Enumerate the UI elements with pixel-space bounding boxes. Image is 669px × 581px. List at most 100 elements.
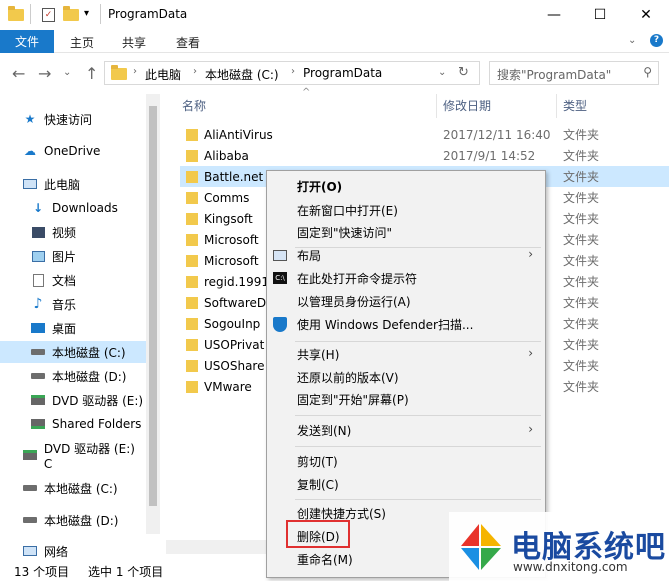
search-placeholder: 搜索"ProgramData" — [497, 68, 612, 82]
computer-icon — [22, 177, 38, 191]
nav-quick-access[interactable]: ★ 快速访问 — [0, 108, 146, 130]
folder-icon — [186, 275, 198, 288]
menu-item-pin-quick-access[interactable]: 固定到"快速访问" — [267, 221, 545, 243]
dvd-icon — [22, 448, 38, 462]
nav-music[interactable]: ♪ 音乐 — [0, 293, 146, 315]
close-button[interactable]: ✕ — [623, 0, 669, 30]
menu-item-open-new-window[interactable]: 在新窗口中打开(E) — [267, 199, 545, 221]
nav-downloads[interactable]: ↓ Downloads — [0, 197, 146, 219]
nav-drive-d-root[interactable]: 本地磁盘 (D:) — [0, 509, 146, 531]
column-header-type[interactable]: 类型 — [563, 97, 587, 114]
document-icon — [30, 273, 46, 287]
brand-logo-icon — [461, 524, 501, 570]
nav-pane-scrollbar[interactable] — [146, 94, 160, 534]
menu-item-copy[interactable]: 复制(C) — [267, 473, 545, 495]
maximize-button[interactable]: ☐ — [577, 0, 623, 30]
column-header-name[interactable]: 名称 — [182, 97, 206, 114]
watermark: 电脑系统吧 www.dnxitong.com — [449, 512, 669, 581]
scrollbar-thumb[interactable] — [149, 106, 157, 506]
sort-ascending-icon: ^ — [302, 87, 311, 98]
search-input[interactable]: 搜索"ProgramData" ⚲ — [489, 61, 659, 85]
folder-icon — [186, 338, 198, 351]
breadcrumb-this-pc[interactable]: 此电脑 — [145, 66, 181, 83]
menu-item-pin-start[interactable]: 固定到"开始"屏幕(P) — [267, 388, 545, 410]
ribbon-bar — [0, 30, 669, 53]
nav-dvd-e[interactable]: DVD 驱动器 (E:) — [0, 389, 146, 411]
menu-item-share[interactable]: 共享(H) › — [267, 343, 545, 365]
drive-icon — [22, 481, 38, 495]
shield-icon — [273, 317, 287, 332]
nav-shared-folders[interactable]: Shared Folders — [0, 413, 146, 435]
menu-separator — [295, 341, 541, 342]
nav-drive-c-root[interactable]: 本地磁盘 (C:) — [0, 477, 146, 499]
nav-pictures[interactable]: 图片 — [0, 245, 146, 267]
properties-icon[interactable]: ✓ — [42, 8, 55, 22]
column-separator[interactable] — [556, 94, 557, 118]
star-icon: ★ — [24, 112, 36, 126]
recent-locations-icon[interactable]: ⌄ — [63, 67, 71, 78]
file-row-alibaba[interactable]: Alibaba 2017/9/1 14:52 文件夹 — [180, 145, 669, 166]
breadcrumb-drive-c[interactable]: 本地磁盘 (C:) — [205, 66, 279, 83]
submenu-arrow-icon: › — [528, 422, 533, 436]
address-bar[interactable]: › 此电脑 › 本地磁盘 (C:) › ProgramData ⌄ ↻ — [104, 61, 480, 85]
folder-icon — [186, 149, 198, 162]
folder-icon — [186, 128, 198, 141]
minimize-button[interactable]: — — [531, 0, 577, 30]
nav-network[interactable]: 网络 — [0, 540, 146, 562]
music-icon: ♪ — [33, 296, 43, 312]
chevron-right-icon: › — [291, 66, 295, 77]
address-dropdown-icon[interactable]: ⌄ — [438, 67, 446, 78]
back-icon[interactable]: ← — [12, 64, 25, 83]
menu-item-layout[interactable]: 布局 › — [267, 244, 545, 266]
nav-drive-d[interactable]: 本地磁盘 (D:) — [0, 365, 146, 387]
menu-item-defender-scan[interactable]: 使用 Windows Defender扫描... — [267, 313, 545, 335]
window-title: ProgramData — [108, 7, 188, 21]
menu-item-open[interactable]: 打开(O) — [267, 175, 545, 197]
tab-share[interactable]: 共享 — [122, 34, 146, 51]
new-folder-icon[interactable] — [63, 6, 79, 21]
cmd-icon: C:\ — [273, 272, 287, 284]
desktop-icon — [30, 321, 46, 335]
menu-item-open-cmd[interactable]: C:\ 在此处打开命令提示符 — [267, 267, 545, 289]
folder-icon — [186, 380, 198, 393]
nav-dvd-e-root[interactable]: DVD 驱动器 (E:) C — [0, 442, 146, 471]
address-folder-icon — [111, 65, 127, 80]
network-drive-icon — [30, 417, 46, 431]
menu-item-restore-versions[interactable]: 还原以前的版本(V) — [267, 366, 545, 388]
forward-icon[interactable]: → — [38, 64, 51, 83]
folder-icon — [186, 359, 198, 372]
nav-drive-c[interactable]: 本地磁盘 (C:) — [0, 341, 146, 363]
breadcrumb-programdata[interactable]: ProgramData — [303, 66, 382, 80]
tab-file[interactable]: 文件 — [0, 30, 54, 53]
menu-separator — [295, 499, 541, 500]
selected-count: 选中 1 个项目 — [88, 565, 164, 579]
tab-view[interactable]: 查看 — [176, 34, 200, 51]
drive-icon — [22, 513, 38, 527]
item-count: 13 个项目 — [14, 565, 70, 579]
menu-item-send-to[interactable]: 发送到(N) › — [267, 419, 545, 441]
refresh-icon[interactable]: ↻ — [458, 65, 469, 80]
expand-ribbon-icon[interactable]: ⌄ — [628, 35, 636, 46]
file-row-aliantivirus[interactable]: AliAntiVirus 2017/12/11 16:40 文件夹 — [180, 124, 669, 145]
nav-documents[interactable]: 文档 — [0, 269, 146, 291]
menu-item-run-admin[interactable]: 以管理员身份运行(A) — [267, 290, 545, 312]
network-icon — [22, 544, 38, 558]
nav-onedrive[interactable]: ☁ OneDrive — [0, 140, 146, 162]
customize-qat-icon[interactable]: ▾ — [84, 8, 89, 19]
nav-desktop[interactable]: 桌面 — [0, 317, 146, 339]
help-icon[interactable]: ? — [650, 34, 663, 47]
nav-this-pc[interactable]: 此电脑 — [0, 173, 146, 195]
up-icon[interactable]: ↑ — [85, 64, 98, 83]
menu-item-cut[interactable]: 剪切(T) — [267, 450, 545, 472]
column-header-date[interactable]: 修改日期 — [443, 97, 491, 114]
nav-videos[interactable]: 视频 — [0, 221, 146, 243]
delete-highlight-box — [286, 520, 350, 548]
folder-icon — [186, 191, 198, 204]
tab-home[interactable]: 主页 — [70, 34, 94, 51]
window-folder-icon — [8, 6, 24, 21]
folder-icon — [186, 317, 198, 330]
titlebar-divider — [100, 4, 101, 24]
dvd-icon — [30, 393, 46, 407]
chevron-right-icon: › — [193, 66, 197, 77]
column-separator[interactable] — [436, 94, 437, 118]
